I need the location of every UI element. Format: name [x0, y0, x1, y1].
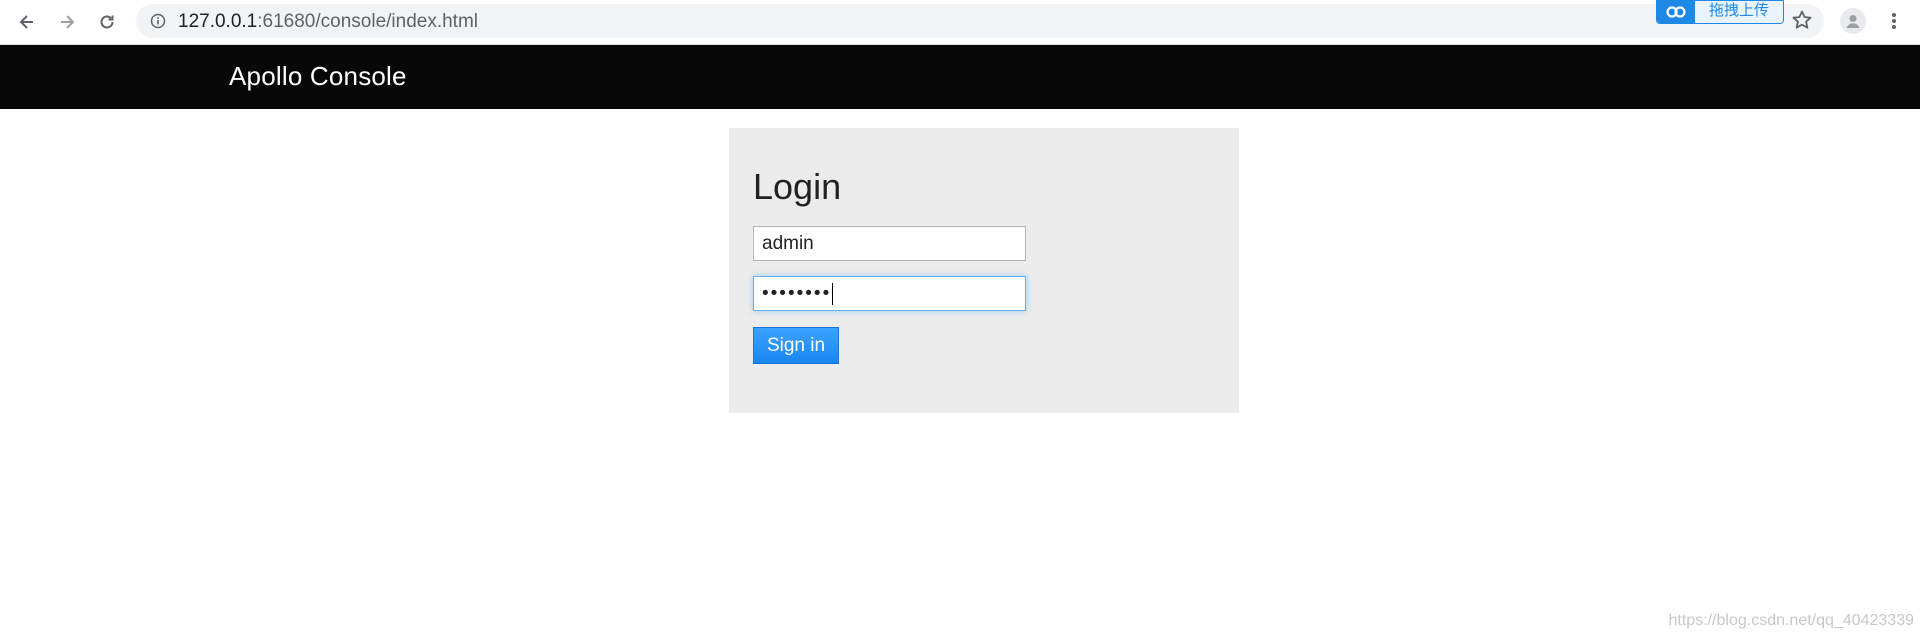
browser-toolbar: 127.0.0.1:61680/console/index.html 拖拽上传: [0, 0, 1920, 45]
avatar-icon[interactable]: [1840, 8, 1866, 34]
upload-badge-label: 拖拽上传: [1695, 1, 1784, 23]
info-icon[interactable]: [150, 13, 166, 29]
app-navbar: Apollo Console: [0, 45, 1920, 109]
url-path: :61680/console/index.html: [257, 11, 479, 32]
star-icon[interactable]: [1790, 8, 1814, 32]
login-title: Login: [753, 166, 842, 207]
watermark: https://blog.csdn.net/qq_40423339: [1668, 612, 1914, 629]
forward-button[interactable]: [52, 7, 82, 37]
username-input[interactable]: admin: [753, 226, 1026, 261]
login-panel: Login admin •••••••• Sign in: [729, 128, 1239, 413]
url-host: 127.0.0.1: [178, 11, 258, 32]
back-button[interactable]: [12, 7, 42, 37]
reload-icon: [100, 15, 114, 29]
upload-extension-badge[interactable]: 拖拽上传: [1656, 0, 1785, 24]
cloud-icon: [1657, 1, 1695, 23]
reload-button[interactable]: [92, 7, 122, 37]
text-caret: [832, 282, 834, 305]
brand-title[interactable]: Apollo Console: [229, 61, 407, 92]
password-value: ••••••••: [762, 283, 832, 304]
forward-icon: [61, 15, 75, 29]
sign-in-button[interactable]: Sign in: [753, 327, 839, 364]
url-text: 127.0.0.1:61680/console/index.html: [178, 11, 478, 33]
back-icon: [19, 15, 33, 29]
username-value: admin: [762, 233, 814, 254]
more-icon[interactable]: [1884, 8, 1904, 34]
password-input[interactable]: ••••••••: [753, 276, 1026, 311]
address-bar[interactable]: 127.0.0.1:61680/console/index.html: [136, 4, 1824, 38]
